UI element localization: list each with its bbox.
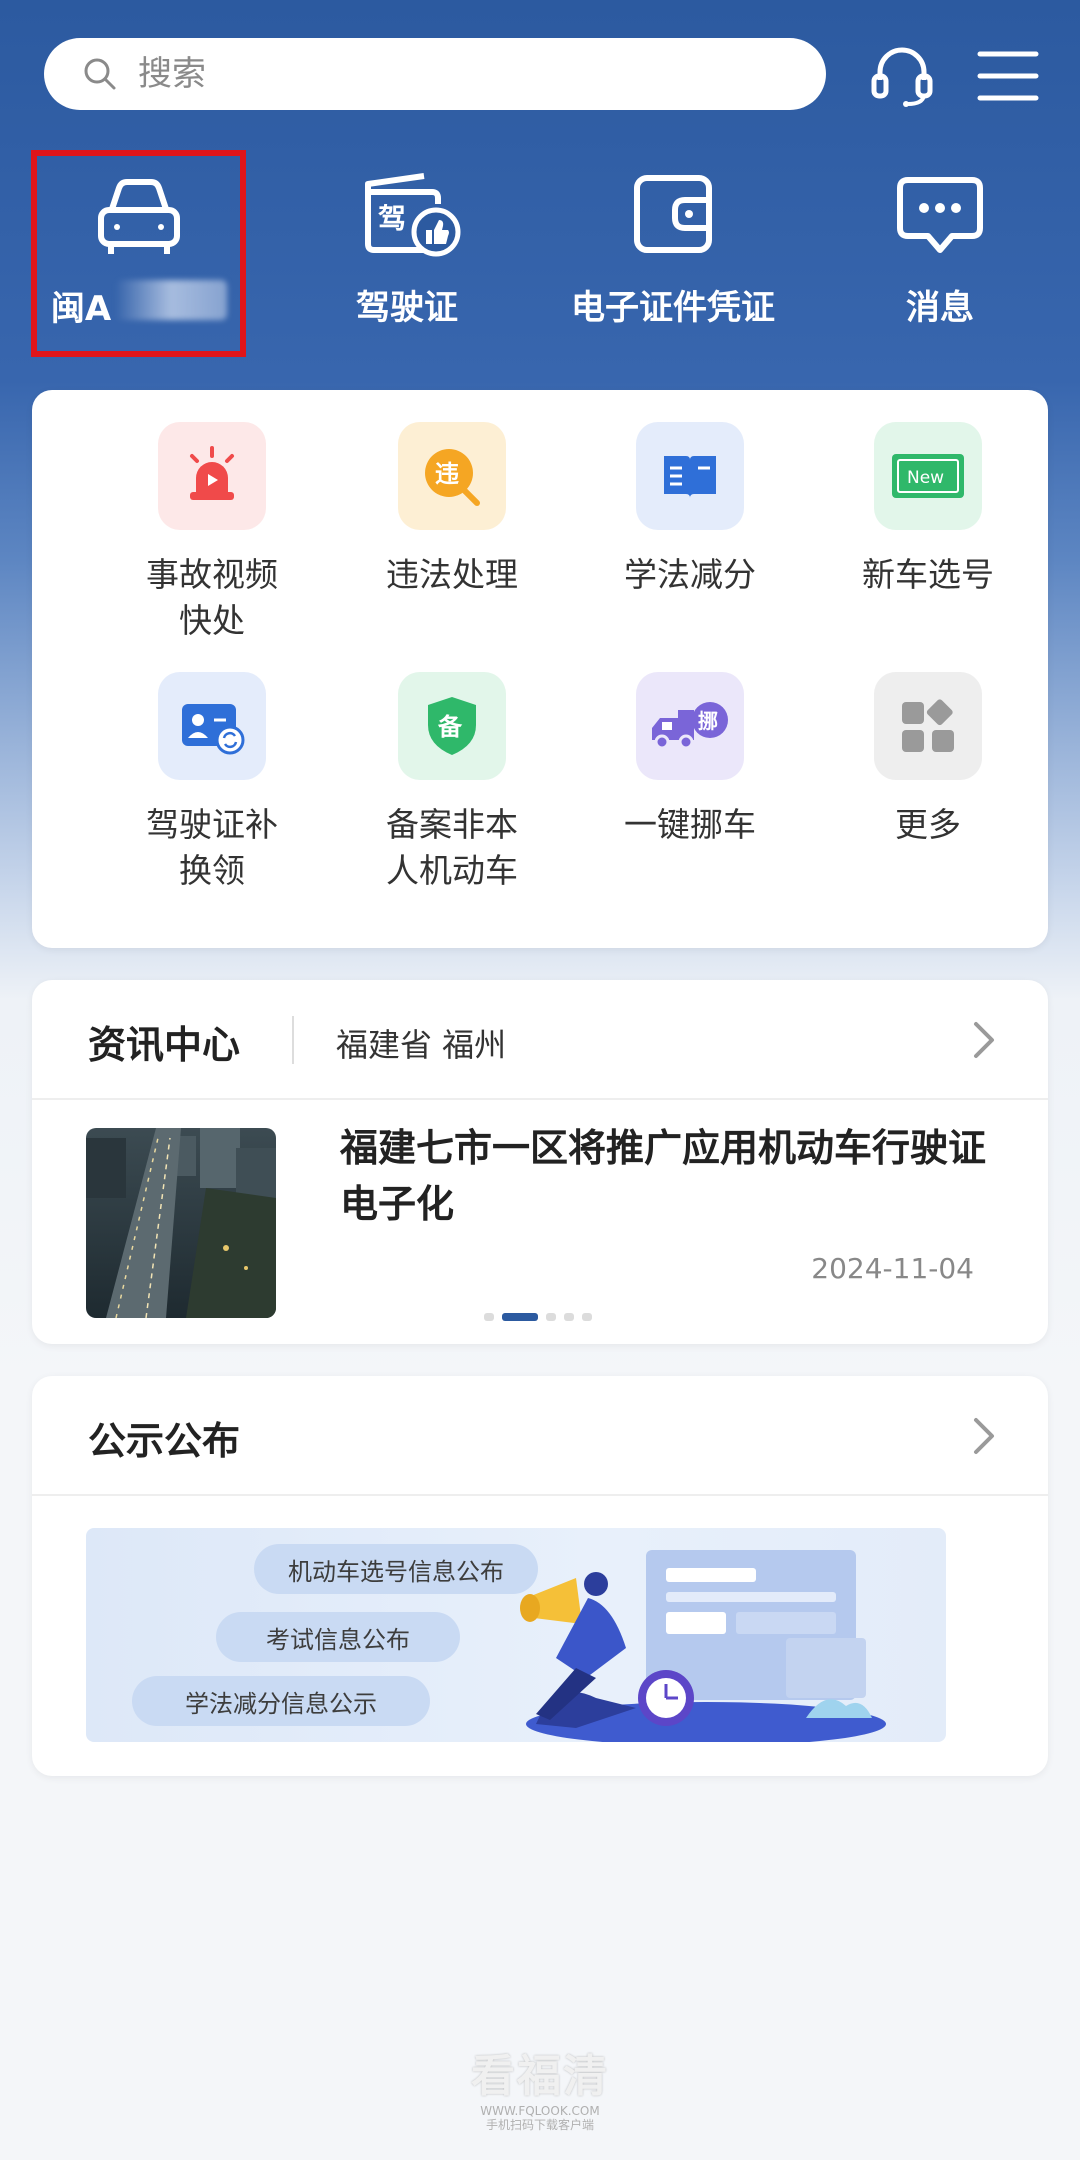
tow-truck-icon: 挪 bbox=[636, 672, 744, 780]
service-label: 备案非本人机动车 bbox=[386, 805, 518, 890]
service-license-renew[interactable]: 驾驶证补换领 bbox=[92, 672, 332, 894]
search-bar[interactable] bbox=[44, 38, 826, 110]
service-label: 学法减分 bbox=[624, 555, 756, 594]
service-violation[interactable]: 违 违法处理 bbox=[332, 422, 572, 598]
svg-text:违: 违 bbox=[435, 460, 459, 488]
carousel-dot bbox=[564, 1313, 574, 1321]
carousel-dot bbox=[582, 1313, 592, 1321]
carousel-dot bbox=[546, 1313, 556, 1321]
announcement-illustration bbox=[520, 1550, 886, 1742]
service-label: 新车选号 bbox=[862, 555, 994, 594]
quick-item-license[interactable]: 驾 驾驶证 bbox=[282, 170, 532, 370]
region-label[interactable]: 福建省 福州 bbox=[336, 1020, 506, 1066]
service-label: 违法处理 bbox=[386, 555, 518, 594]
svg-text:驾: 驾 bbox=[378, 202, 406, 235]
service-new-plate[interactable]: New 新车选号 bbox=[808, 422, 1048, 598]
license-swap-icon bbox=[158, 672, 266, 780]
notice-pill[interactable]: 学法减分信息公示 bbox=[132, 1676, 430, 1726]
notice-card-header[interactable]: 公示公布 bbox=[32, 1376, 1048, 1496]
new-plate-icon: New bbox=[874, 422, 982, 530]
watermark-url: WWW.FQLOOK.COM bbox=[480, 2104, 600, 2118]
service-label: 驾驶证补换领 bbox=[146, 805, 278, 890]
notice-pill[interactable]: 考试信息公布 bbox=[216, 1612, 460, 1662]
quick-item-e-certificate[interactable]: 电子证件凭证 bbox=[548, 170, 798, 370]
service-accident-video[interactable]: 事故视频快处 bbox=[92, 422, 332, 644]
quick-item-messages-label: 消息 bbox=[906, 288, 974, 328]
carousel-indicator bbox=[484, 1312, 592, 1322]
violation-icon: 违 bbox=[398, 422, 506, 530]
svg-text:备: 备 bbox=[437, 713, 463, 741]
news-card: 资讯中心 福建省 福州 福建七市一区将推广应用机动车行驶证电子化 2024-11… bbox=[32, 980, 1048, 1344]
service-move-car[interactable]: 挪 一键挪车 bbox=[570, 672, 810, 848]
service-label: 更多 bbox=[895, 805, 961, 844]
notice-banner[interactable]: 机动车选号信息公布 考试信息公布 学法减分信息公示 bbox=[86, 1528, 946, 1742]
notice-card: 公示公布 机动车选号信息公布 考试信息公布 学法减分信息公示 bbox=[32, 1376, 1048, 1776]
search-icon bbox=[84, 58, 116, 90]
plate-highlight-box bbox=[31, 150, 246, 357]
carousel-dot-active bbox=[502, 1313, 538, 1321]
license-icon: 驾 bbox=[365, 173, 461, 257]
svg-text:挪: 挪 bbox=[698, 709, 718, 733]
svg-text:New: New bbox=[907, 468, 944, 488]
watermark-sub: 手机扫码下载客户端 bbox=[485, 2118, 594, 2132]
news-card-header[interactable]: 资讯中心 福建省 福州 bbox=[32, 980, 1048, 1100]
message-icon bbox=[897, 177, 983, 253]
chevron-right-icon[interactable] bbox=[970, 1018, 998, 1062]
headset-icon[interactable] bbox=[866, 40, 938, 112]
grid-icon bbox=[874, 672, 982, 780]
service-register-vehicle[interactable]: 备 备案非本人机动车 bbox=[332, 672, 572, 894]
shield-icon: 备 bbox=[398, 672, 506, 780]
wallet-icon bbox=[634, 175, 712, 253]
quick-item-messages[interactable]: 消息 bbox=[815, 170, 1065, 370]
service-label: 一键挪车 bbox=[624, 805, 756, 844]
quick-item-e-certificate-label: 电子证件凭证 bbox=[571, 288, 775, 328]
service-study-law[interactable]: 学法减分 bbox=[570, 422, 810, 598]
news-title: 资讯中心 bbox=[88, 1023, 241, 1067]
watermark-logo: 看福清 WWW.FQLOOK.COM 手机扫码下载客户端 bbox=[430, 2040, 650, 2132]
alarm-light-icon bbox=[158, 422, 266, 530]
header-divider bbox=[292, 1016, 294, 1064]
service-label: 事故视频快处 bbox=[146, 555, 278, 640]
notice-title: 公示公布 bbox=[88, 1419, 241, 1463]
notice-pill[interactable]: 机动车选号信息公布 bbox=[254, 1544, 538, 1594]
service-more[interactable]: 更多 bbox=[808, 672, 1048, 848]
chevron-right-icon[interactable] bbox=[970, 1414, 998, 1458]
carousel-dot bbox=[484, 1313, 494, 1321]
quick-item-license-label: 驾驶证 bbox=[356, 288, 458, 328]
book-icon bbox=[636, 422, 744, 530]
service-grid-card: 事故视频快处 违 违法处理 学法减分 New 新车选号 驾驶证补换领 备 备案非… bbox=[32, 390, 1048, 948]
menu-icon[interactable] bbox=[972, 40, 1044, 112]
news-thumbnail[interactable] bbox=[86, 1128, 276, 1318]
news-date: 2024-11-04 bbox=[811, 1252, 974, 1285]
search-input[interactable] bbox=[138, 54, 738, 94]
news-headline[interactable]: 福建七市一区将推广应用机动车行驶证电子化 bbox=[340, 1120, 1000, 1232]
watermark-title: 看福清 bbox=[471, 2051, 609, 2102]
